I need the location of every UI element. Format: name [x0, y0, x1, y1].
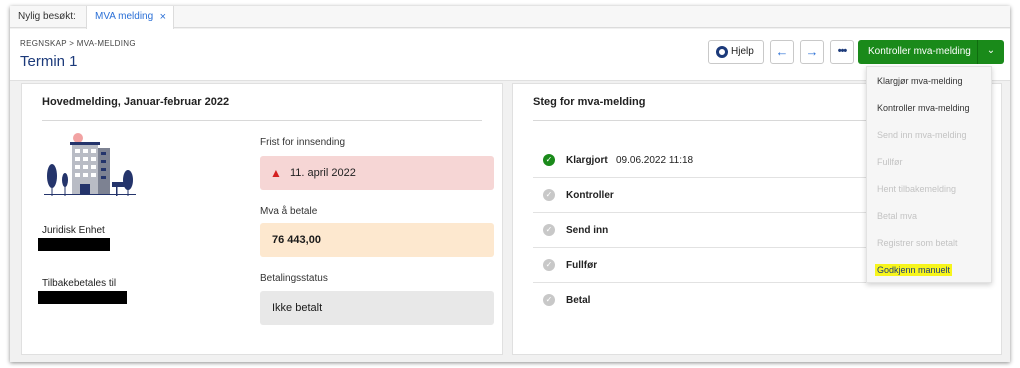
- status-box: Ikke betalt: [260, 291, 494, 325]
- lifebuoy-icon: [716, 46, 728, 58]
- kontroller-button-label[interactable]: Kontroller mva-melding: [868, 46, 971, 57]
- menu-item-send-inn: Send inn mva-melding: [877, 130, 967, 140]
- menu-item-fullfor: Fullfør: [877, 157, 903, 167]
- chevron-down-icon[interactable]: ⌄: [979, 45, 1003, 56]
- menu-item-betal-mva: Betal mva: [877, 211, 918, 221]
- status-label: Betalingsstatus: [260, 273, 328, 284]
- tab-bar: Nylig besøkt: MVA melding ×: [10, 6, 1010, 29]
- card-title: Hovedmelding, Januar-februar 2022: [42, 96, 230, 108]
- check-circle-icon: ✓: [543, 154, 555, 166]
- page-header: REGNSKAP > MVA-MELDING Termin 1 Hjelp ← …: [10, 29, 1010, 81]
- building-illustration: [44, 133, 136, 196]
- menu-item-registrer-betalt: Registrer som betalt: [877, 238, 958, 248]
- actions-dropdown-menu: Klargjør mva-melding Kontroller mva-meld…: [866, 66, 992, 283]
- card-title: Steg for mva-melding: [533, 96, 646, 108]
- hovedmelding-card: Hovedmelding, Januar-februar 2022 Juridi…: [21, 83, 503, 355]
- redacted-value: [38, 291, 127, 304]
- step-name: Klargjort: [566, 155, 608, 166]
- mva-value: 76 443,00: [272, 234, 321, 246]
- redacted-value: [38, 238, 110, 251]
- step-name: Betal: [566, 295, 591, 306]
- help-label: Hjelp: [731, 46, 754, 57]
- more-icon: •••: [837, 45, 848, 57]
- menu-item-godkjenn-manuelt[interactable]: Godkjenn manuelt: [875, 264, 953, 276]
- menu-item-kontroller[interactable]: Kontroller mva-melding: [877, 103, 970, 113]
- step-name: Send inn: [566, 225, 609, 236]
- frist-value: 11. april 2022: [290, 167, 356, 179]
- check-circle-icon: ✓: [543, 224, 555, 236]
- recent-label: Nylig besøkt:: [18, 11, 76, 22]
- step-row: ✓ Betal: [533, 283, 983, 318]
- arrow-left-icon: ←: [775, 44, 789, 59]
- divider: [42, 120, 482, 121]
- next-button[interactable]: →: [800, 40, 824, 64]
- app-window: Nylig besøkt: MVA melding × REGNSKAP > M…: [10, 6, 1010, 362]
- tilbakebetales-label: Tilbakebetales til: [42, 278, 117, 289]
- previous-button[interactable]: ←: [770, 40, 794, 64]
- menu-item-hent-tilbakemelding: Hent tilbakemelding: [877, 184, 957, 194]
- page-title: Termin 1: [20, 53, 78, 70]
- step-name: Fullfør: [566, 260, 598, 271]
- breadcrumb[interactable]: REGNSKAP > MVA-MELDING: [20, 39, 136, 48]
- check-circle-icon: ✓: [543, 294, 555, 306]
- tab-label: MVA melding: [95, 11, 154, 22]
- check-circle-icon: ✓: [543, 259, 555, 271]
- menu-item-klargjor[interactable]: Klargjør mva-melding: [877, 76, 963, 86]
- arrow-right-icon: →: [805, 44, 819, 59]
- mva-box: 76 443,00: [260, 223, 494, 257]
- step-date: 09.06.2022 11:18: [616, 155, 694, 166]
- frist-box: ▲ 11. april 2022: [260, 156, 494, 190]
- kontroller-split-button[interactable]: Kontroller mva-melding ⌄: [858, 40, 1004, 64]
- tab-mva-melding[interactable]: MVA melding ×: [86, 6, 174, 29]
- check-circle-icon: ✓: [543, 189, 555, 201]
- mva-label: Mva å betale: [260, 206, 318, 217]
- juridisk-enhet-label: Juridisk Enhet: [42, 225, 105, 236]
- split-divider: [977, 40, 978, 64]
- frist-label: Frist for innsending: [260, 137, 346, 148]
- help-button[interactable]: Hjelp: [708, 40, 764, 64]
- close-icon[interactable]: ×: [160, 6, 166, 28]
- warning-triangle-icon: ▲: [270, 166, 282, 180]
- step-name: Kontroller: [566, 190, 614, 201]
- status-value: Ikke betalt: [272, 302, 323, 314]
- more-button[interactable]: •••: [830, 40, 854, 64]
